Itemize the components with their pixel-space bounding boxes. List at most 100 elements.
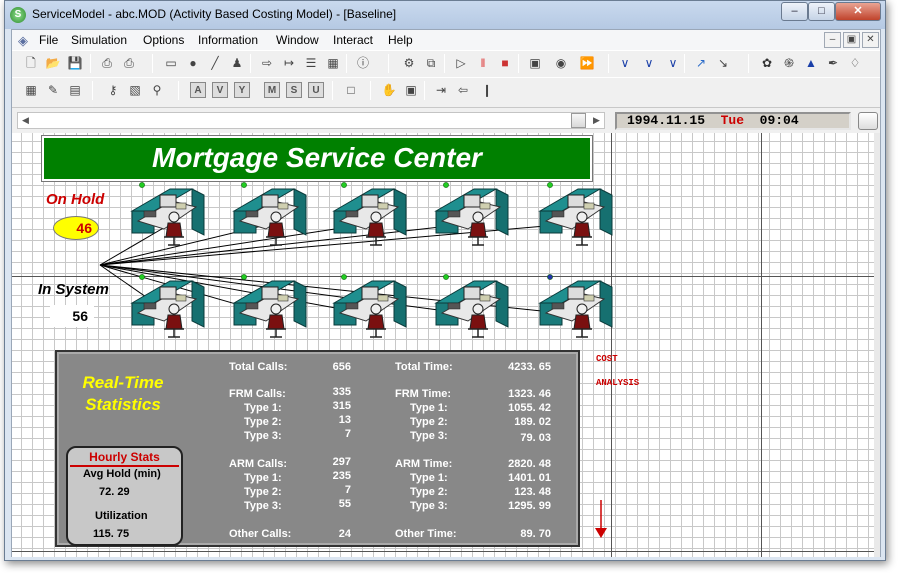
app-icon[interactable]: S: [10, 7, 26, 23]
letter-button-m[interactable]: M: [264, 82, 280, 98]
minimize-button[interactable]: –: [781, 2, 808, 21]
menu-help[interactable]: Help: [388, 33, 413, 47]
table-icon[interactable]: ▦: [22, 81, 40, 99]
letter-button-s[interactable]: S: [286, 82, 302, 98]
computer-icon: [361, 286, 379, 300]
agent-head-icon: [472, 211, 484, 223]
document-menu-icon[interactable]: ◈: [18, 33, 28, 49]
menu-interact[interactable]: Interact: [333, 33, 373, 47]
step-forward-icon[interactable]: ⏩: [578, 54, 596, 72]
mdi-restore-button[interactable]: ▣: [843, 32, 860, 48]
letter-button-a[interactable]: A: [190, 82, 206, 98]
grid-icon[interactable]: ▤: [66, 81, 84, 99]
hand-icon[interactable]: ✋: [380, 81, 398, 99]
print-icon[interactable]: ⎙: [98, 54, 116, 72]
agent-head-icon: [576, 303, 588, 315]
step-icon[interactable]: ⇨: [258, 54, 276, 72]
send-icon[interactable]: ↦: [280, 54, 298, 72]
agent-body-icon: [367, 314, 385, 330]
circle-icon[interactable]: ●: [184, 54, 202, 72]
key-icon[interactable]: ⚷: [104, 81, 122, 99]
agent-head-icon: [370, 303, 382, 315]
palette-icon[interactable]: ✿: [758, 54, 776, 72]
map-icon[interactable]: ▧: [126, 81, 144, 99]
stop-icon[interactable]: ■: [496, 54, 514, 72]
paper-icon: [377, 202, 389, 210]
cost-analysis-link[interactable]: COST ANALYSIS: [596, 353, 639, 390]
status-dot-icon: [139, 274, 145, 280]
menu-simulation[interactable]: Simulation: [71, 33, 127, 47]
arm-time-value: 2820. 48: [508, 458, 551, 470]
arm-t1-label: Type 1:: [410, 472, 448, 484]
mdi-minimize-button[interactable]: –: [824, 32, 841, 48]
menu-window[interactable]: Window: [276, 33, 319, 47]
letter-button-u[interactable]: U: [308, 82, 324, 98]
copy-windows-icon[interactable]: ⧉: [422, 54, 440, 72]
down-arrow-icon[interactable]: [591, 500, 611, 540]
resource-b-icon[interactable]: ∨: [640, 54, 658, 72]
agent-head-icon: [576, 211, 588, 223]
settings-icon[interactable]: ⚙: [400, 54, 418, 72]
zoom-icon[interactable]: ⚲: [148, 81, 166, 99]
figure-icon[interactable]: ♟: [228, 54, 246, 72]
chart-icon[interactable]: ↗: [692, 54, 710, 72]
letter-button-y[interactable]: Y: [234, 82, 250, 98]
mdi-close-button[interactable]: ✕: [862, 32, 879, 48]
open-file-icon[interactable]: 📂: [44, 54, 62, 72]
scroll-left-arrow-icon[interactable]: ◀: [18, 113, 33, 128]
exit-icon[interactable]: ⇥: [432, 81, 450, 99]
letter-button-v[interactable]: V: [212, 82, 228, 98]
shapes-icon[interactable]: ♢: [846, 54, 864, 72]
run-icon[interactable]: ▷: [452, 54, 470, 72]
edit-form-icon[interactable]: ✎: [44, 81, 62, 99]
sphere-icon[interactable]: ◉: [552, 54, 570, 72]
model-canvas[interactable]: Mortgage Service Center On Hold 46 In Sy…: [12, 133, 880, 557]
import-icon[interactable]: ❙: [478, 81, 496, 99]
animation-icon[interactable]: ▣: [526, 54, 544, 72]
agent-head-icon: [270, 211, 282, 223]
resource-a-icon[interactable]: ∨: [616, 54, 634, 72]
triangle-icon[interactable]: ▲: [802, 54, 820, 72]
scroll-thumb[interactable]: [571, 113, 586, 128]
frm-t1-label: Type 1:: [410, 402, 448, 414]
export-icon[interactable]: ⇦: [454, 81, 472, 99]
application-window: S ServiceModel - abc.MOD (Activity Based…: [4, 0, 886, 561]
agent-body-icon: [573, 222, 591, 238]
arm-t1-value: 1401. 01: [508, 472, 551, 484]
clock-date: 1994.11.15: [627, 113, 706, 128]
schedule-icon[interactable]: ▦: [324, 54, 342, 72]
scroll-right-arrow-icon[interactable]: ▶: [589, 113, 604, 128]
menu-information[interactable]: Information: [198, 33, 258, 47]
save-icon[interactable]: 💾: [66, 54, 84, 72]
pause-icon[interactable]: ‖: [474, 54, 492, 72]
paint-icon[interactable]: ✒: [824, 54, 842, 72]
frm-type3-value: 7: [344, 428, 351, 440]
flag-icon[interactable]: □: [342, 81, 360, 99]
title-bar[interactable]: S ServiceModel - abc.MOD (Activity Based…: [5, 1, 885, 29]
frm-type1-value: 315: [332, 400, 351, 412]
total-time-value: 4233. 65: [508, 361, 551, 373]
arm-type3-label: Type 3:: [244, 500, 282, 512]
chart-edit-icon[interactable]: ↘: [714, 54, 732, 72]
queue-icon[interactable]: ☰: [302, 54, 320, 72]
menu-file[interactable]: File: [39, 33, 58, 47]
maximize-button[interactable]: □: [808, 2, 835, 21]
clock-time: 09:04: [759, 113, 799, 128]
resource-c-icon[interactable]: ∨: [664, 54, 682, 72]
route-icon[interactable]: ╱: [206, 54, 224, 72]
frm-type2-value: 13: [338, 414, 351, 426]
other-calls-label: Other Calls:: [229, 528, 292, 540]
spiral-icon[interactable]: ֍: [780, 54, 798, 72]
close-button[interactable]: ✕: [835, 2, 881, 21]
info-icon[interactable]: ⓘ: [354, 54, 372, 72]
workstation: [232, 182, 307, 246]
new-file-icon[interactable]: 🗋: [22, 54, 40, 72]
vertical-scrollbar[interactable]: [874, 133, 880, 557]
rectangle-icon[interactable]: ▭: [162, 54, 180, 72]
print-setup-icon[interactable]: ⎙: [120, 54, 138, 72]
menu-options[interactable]: Options: [143, 33, 184, 47]
clock-button[interactable]: [858, 112, 878, 130]
toolbar-separator: [346, 54, 347, 73]
horizontal-scrollbar[interactable]: ◀ ▶: [17, 112, 605, 129]
record-icon[interactable]: ▣: [402, 81, 420, 99]
